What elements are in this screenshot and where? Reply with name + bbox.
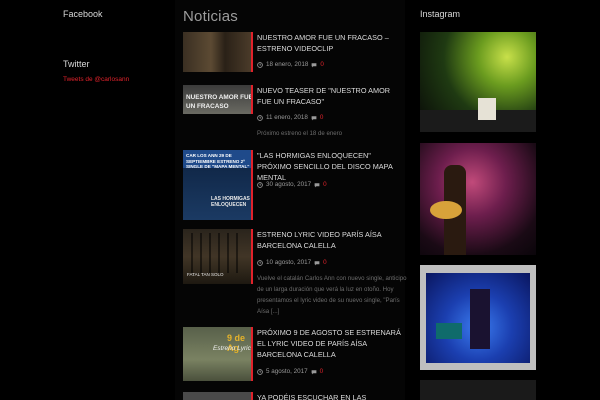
clock-icon — [257, 61, 263, 68]
post-excerpt: Próximo estreno el 18 de enero — [257, 130, 343, 137]
clock-icon — [257, 181, 263, 188]
post-excerpt: Vuelve el catalán Carlos Ann con nuevo s… — [257, 275, 407, 315]
twitter-widget-title: Twitter — [63, 59, 90, 69]
thumbnail-caption: NUESTRO AMOR FUE UN FRACASO — [186, 94, 253, 110]
post-meta: 5 agosto, 2017 0 — [257, 368, 323, 375]
post-thumbnail[interactable]: FATAL TAN SOLO — [183, 229, 253, 284]
comment-icon — [311, 115, 317, 120]
post-date: 18 enero, 2018 — [266, 61, 309, 68]
instagram-photo[interactable] — [420, 380, 536, 400]
post-thumbnail[interactable]: NUESTRO AMOR FUE UN FRACASO — [183, 85, 253, 114]
post-meta: 10 agosto, 2017 0 — [257, 259, 327, 266]
clock-icon — [257, 368, 263, 375]
thumbnail-caption: CAR LOS ANN 29 DE SEPTIEMBRE ESTRENO 2º … — [186, 153, 250, 169]
comment-count[interactable]: 0 — [320, 61, 324, 68]
post-date: 11 enero, 2018 — [266, 114, 308, 121]
post-meta: 30 agosto, 2017 0 — [257, 181, 327, 188]
post-title-link[interactable]: ESTRENO LYRIC VIDEO PARÍS AÍSA BARCELONA… — [257, 229, 405, 251]
post-date: 30 agosto, 2017 — [266, 181, 312, 188]
clock-icon — [257, 259, 263, 266]
page-title: Noticias — [183, 8, 238, 25]
instagram-photo[interactable] — [420, 143, 536, 255]
post-thumbnail[interactable] — [183, 32, 253, 72]
instagram-sidebar: Instagram — [410, 0, 600, 400]
post-meta: 11 enero, 2018 0 — [257, 114, 323, 121]
post-thumbnail[interactable]: CAR LOS ANN 29 DE SEPTIEMBRE ESTRENO 2º … — [183, 150, 253, 220]
instagram-photo[interactable] — [420, 32, 536, 132]
news-post: 9 de Ag Estreno Lyric PRÓXIMO 9 DE AGOST… — [183, 327, 405, 383]
post-title-link[interactable]: "LAS HORMIGAS ENLOQUECEN" PRÓXIMO SENCIL… — [257, 150, 405, 183]
left-sidebar: Facebook Twitter Tweets de @carlosann — [0, 0, 170, 400]
thumbnail-caption: Estreno Lyric — [213, 345, 251, 352]
news-post: CAR LOS ANN 29 DE SEPTIEMBRE ESTRENO 2º … — [183, 150, 405, 222]
post-title-link[interactable]: PRÓXIMO 9 DE AGOSTO SE ESTRENARÁ EL LYRI… — [257, 327, 405, 360]
comment-count[interactable]: 0 — [323, 259, 327, 266]
post-thumbnail[interactable]: 9 de Ag Estreno Lyric — [183, 327, 253, 381]
instagram-widget-title: Instagram — [420, 9, 461, 19]
post-thumbnail[interactable] — [183, 392, 253, 400]
facebook-widget-title: Facebook — [63, 9, 103, 19]
comment-count[interactable]: 0 — [323, 181, 327, 188]
comment-count[interactable]: 0 — [320, 368, 324, 375]
instagram-photo[interactable] — [420, 265, 536, 370]
news-column: Noticias NUESTRO AMOR FUE UN FRACASO – E… — [175, 0, 407, 400]
news-post: NUESTRO AMOR FUE UN FRACASO NUEVO TEASER… — [183, 85, 405, 145]
post-title-link[interactable]: NUESTRO AMOR FUE UN FRACASO – ESTRENO VI… — [257, 32, 405, 54]
comment-icon — [314, 182, 320, 187]
thumbnail-caption: LAS HORMIGAS ENLOQUECEN — [211, 196, 250, 208]
comment-icon — [314, 260, 320, 265]
news-post: NUESTRO AMOR FUE UN FRACASO – ESTRENO VI… — [183, 32, 405, 80]
news-post: FATAL TAN SOLO ESTRENO LYRIC VIDEO PARÍS… — [183, 229, 407, 321]
news-post: YA PODÉIS ESCUCHAR EN LAS — [183, 392, 405, 400]
post-title-link[interactable]: YA PODÉIS ESCUCHAR EN LAS — [257, 392, 405, 400]
comment-icon — [311, 62, 317, 67]
tweets-link[interactable]: Tweets de @carlosann — [63, 76, 129, 83]
post-meta: 18 enero, 2018 0 — [257, 61, 324, 68]
post-date: 10 agosto, 2017 — [266, 259, 312, 266]
comment-icon — [311, 369, 317, 374]
post-title-link[interactable]: NUEVO TEASER DE "NUESTRO AMOR FUE UN FRA… — [257, 85, 405, 107]
clock-icon — [257, 114, 263, 121]
post-date: 5 agosto, 2017 — [266, 368, 308, 375]
comment-count[interactable]: 0 — [320, 114, 324, 121]
thumbnail-caption: FATAL TAN SOLO — [187, 272, 224, 277]
